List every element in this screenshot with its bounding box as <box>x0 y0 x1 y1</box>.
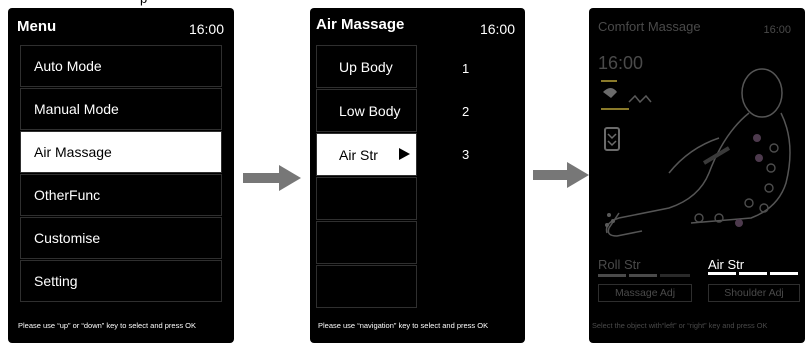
shoulder-adj-button[interactable]: Shoulder Adj <box>708 284 800 302</box>
air-massage-screen: Air Massage 16:00 Up Body Low Body Air S… <box>310 8 525 343</box>
air-item-empty[interactable] <box>316 177 417 220</box>
menu-item-customise[interactable]: Customise <box>20 217 222 259</box>
right-arrow-icon <box>243 165 301 191</box>
air-item-number: 1 <box>462 61 470 76</box>
menu-item-label: Customise <box>34 230 101 246</box>
menu-item-label: OtherFunc <box>34 187 101 203</box>
clock: 16:00 <box>763 24 791 36</box>
button-label: Shoulder Adj <box>724 287 784 299</box>
menu-item-label: Air Massage <box>34 144 112 160</box>
air-item-empty[interactable] <box>316 221 417 264</box>
comfort-massage-screen: Comfort Massage 16:00 16:00 Roll Str Air… <box>589 8 805 343</box>
play-pointer-icon <box>399 148 410 160</box>
menu-item-auto-mode[interactable]: Auto Mode <box>20 45 222 87</box>
massage-chair-figure-icon <box>605 68 791 237</box>
instruction-text: Select the object with“left” or “right” … <box>592 321 768 330</box>
air-item-air-str[interactable]: Air Str <box>316 133 417 176</box>
menu-item-label: Auto Mode <box>34 58 102 74</box>
menu-item-manual-mode[interactable]: Manual Mode <box>20 88 222 130</box>
menu-item-air-massage[interactable]: Air Massage <box>20 131 222 173</box>
clock: 16:00 <box>479 21 515 37</box>
air-item-label: Low Body <box>339 102 401 119</box>
massage-adj-button[interactable]: Massage Adj <box>598 284 692 302</box>
button-label: Massage Adj <box>614 287 676 299</box>
instruction-text: Please use “up” or “down” key to select … <box>18 321 197 330</box>
air-item-label: Air Str <box>339 146 378 163</box>
screen-title: Menu <box>17 18 57 35</box>
air-strength-bar <box>708 272 798 275</box>
instruction-text: Please use “navigation” key to select an… <box>318 321 489 330</box>
menu-item-label: Setting <box>34 273 78 289</box>
screen-title: Comfort Massage <box>598 19 701 34</box>
air-item-empty[interactable] <box>316 265 417 308</box>
menu-screen: Menu 16:00 Auto Mode Manual Mode Air Mas… <box>8 8 234 343</box>
roll-strength-label[interactable]: Roll Str <box>598 257 641 272</box>
air-item-label: Up Body <box>339 58 393 75</box>
menu-item-setting[interactable]: Setting <box>20 260 222 302</box>
top-partial-text: p <box>140 0 147 6</box>
menu-item-otherfunc[interactable]: OtherFunc <box>20 174 222 216</box>
right-arrow-icon <box>533 162 589 188</box>
menu-item-label: Manual Mode <box>34 101 119 117</box>
roll-strength-bar <box>598 274 690 277</box>
clock: 16:00 <box>188 21 224 37</box>
air-item-up-body[interactable]: Up Body <box>316 45 417 88</box>
air-strength-label[interactable]: Air Str <box>708 257 744 272</box>
air-item-number: 3 <box>462 147 470 162</box>
air-item-low-body[interactable]: Low Body <box>316 89 417 132</box>
air-item-number: 2 <box>462 104 470 119</box>
screen-title: Air Massage <box>316 16 405 33</box>
